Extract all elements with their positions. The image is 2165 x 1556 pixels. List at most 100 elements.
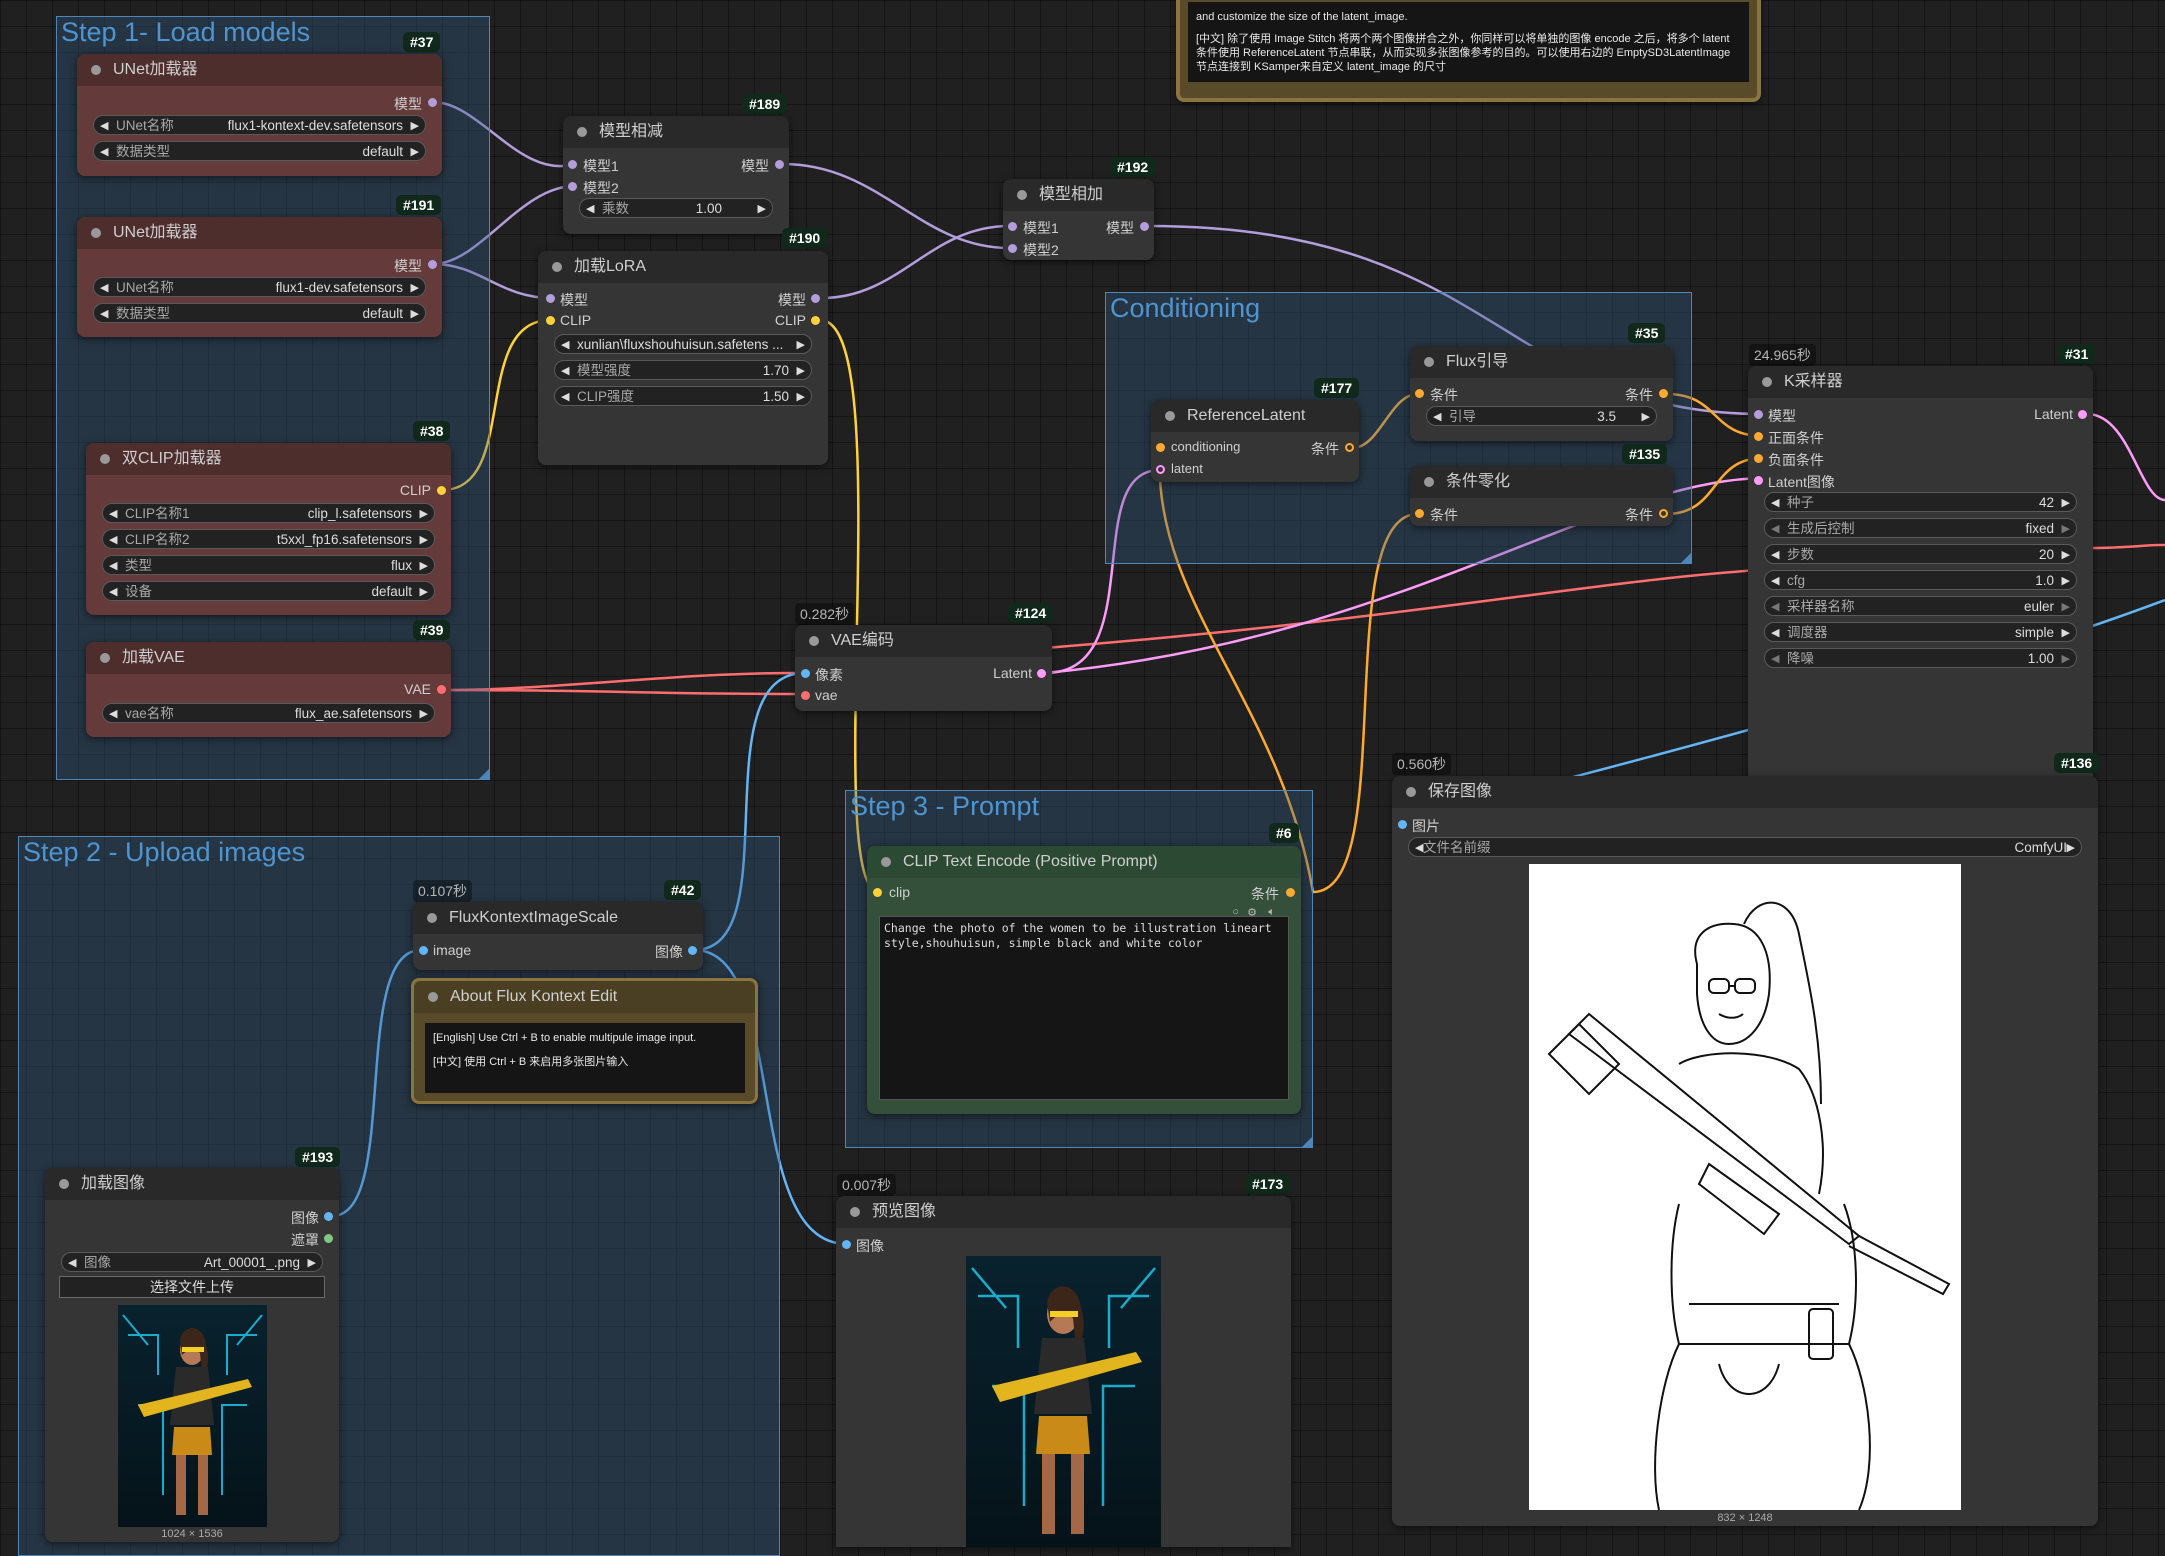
note-content[interactable]: [English] Use Ctrl + B to enable multipu…	[425, 1023, 745, 1093]
node-190-model-input-slot[interactable]	[546, 294, 555, 303]
node-31-negative-input-slot[interactable]	[1754, 454, 1763, 463]
node-dual-clip-loader-38[interactable]: 双CLIP加载器 CLIP CLIP名称1clip_l.safetensors …	[86, 443, 451, 615]
node-191-unet-name-widget[interactable]: UNet名称 flux1-dev.safetensors	[93, 277, 426, 298]
node-42-title[interactable]: FluxKontextImageScale	[413, 902, 703, 934]
node-191-title[interactable]: UNet加载器	[77, 217, 442, 249]
top-note-content[interactable]: and customize the size of the latent_ima…	[1188, 2, 1749, 82]
upload-file-button[interactable]: 选择文件上传	[59, 1276, 325, 1298]
node-clip-text-encode-6[interactable]: CLIP Text Encode (Positive Prompt) clip …	[867, 846, 1301, 1114]
node-190-clip-output-slot[interactable]	[811, 316, 820, 325]
node-load-vae-39[interactable]: 加载VAE VAE vae名称 flux_ae.safetensors	[86, 642, 451, 737]
node-37-model-output-slot[interactable]	[428, 98, 437, 107]
node-135-conditioning-input-slot[interactable]	[1415, 509, 1424, 518]
node-192-model1-input-slot[interactable]	[1008, 222, 1017, 231]
node-192-model2-input-slot[interactable]	[1008, 244, 1017, 253]
node-37-unet-name-widget[interactable]: UNet名称 flux1-kontext-dev.safetensors	[93, 115, 426, 136]
node-189-multiplier-widget[interactable]: 乘数 1.00	[579, 198, 773, 219]
node-39-title[interactable]: 加载VAE	[86, 642, 451, 674]
node-38-device-widget[interactable]: 设备 default	[102, 581, 435, 602]
node-flux-kontext-image-scale-42[interactable]: FluxKontextImageScale image 图像	[413, 902, 703, 970]
node-192-title[interactable]: 模型相加	[1003, 179, 1154, 211]
node-190-title[interactable]: 加载LoRA	[538, 251, 828, 283]
node-190-model-strength-widget[interactable]: 模型强度 1.70	[554, 360, 812, 381]
prompt-textarea[interactable]: Change the photo of the women to be illu…	[879, 916, 1289, 1100]
node-193-image-output-slot[interactable]	[324, 1212, 333, 1221]
group-resize-handle[interactable]	[1681, 553, 1691, 563]
group-resize-handle[interactable]	[479, 769, 489, 779]
node-6-title[interactable]: CLIP Text Encode (Positive Prompt)	[867, 846, 1301, 878]
node-6-conditioning-output-slot[interactable]	[1286, 888, 1295, 897]
node-189-model1-input-slot[interactable]	[568, 160, 577, 169]
node-190-clip-input-slot[interactable]	[546, 316, 555, 325]
node-39-vae-output-slot[interactable]	[437, 685, 446, 694]
node-177-conditioning-output-slot[interactable]	[1345, 443, 1354, 452]
node-135-title[interactable]: 条件零化	[1410, 466, 1673, 498]
node-35-title[interactable]: Flux引导	[1410, 346, 1673, 378]
node-193-image-widget[interactable]: 图像 Art_00001_.png	[61, 1252, 323, 1273]
node-unet-loader-191[interactable]: UNet加载器 模型 UNet名称 flux1-dev.safetensors 数…	[77, 217, 442, 337]
node-preview-image-173[interactable]: 预览图像 图像	[836, 1196, 1291, 1547]
node-189-model-output-slot[interactable]	[775, 160, 784, 169]
group-resize-handle[interactable]	[1302, 1137, 1312, 1147]
node-177-latent-input-slot[interactable]	[1156, 465, 1165, 474]
node-6-clip-input-slot[interactable]	[873, 888, 882, 897]
node-unet-loader-37[interactable]: UNet加载器 模型 UNet名称 flux1-kontext-dev.safet…	[77, 54, 442, 176]
node-conditioning-zero-135[interactable]: 条件零化 条件 条件	[1410, 466, 1673, 526]
node-136-filename-prefix-widget[interactable]: 文件名前缀 ComfyUI	[1408, 837, 2082, 858]
node-136-title[interactable]: 保存图像	[1392, 776, 2098, 808]
node-193-title[interactable]: 加载图像	[45, 1168, 339, 1200]
node-193-mask-output-slot[interactable]	[324, 1234, 333, 1243]
node-37-title[interactable]: UNet加载器	[77, 54, 442, 86]
node-173-image-input-slot[interactable]	[842, 1240, 851, 1249]
node-177-conditioning-input-slot[interactable]	[1156, 443, 1165, 452]
node-35-conditioning-input-slot[interactable]	[1415, 389, 1424, 398]
node-31-title[interactable]: K采样器	[1748, 366, 2093, 398]
node-38-type-widget[interactable]: 类型 flux	[102, 555, 435, 576]
node-38-clip-output-slot[interactable]	[437, 486, 446, 495]
node-38-clip-name2-widget[interactable]: CLIP名称2 t5xxl_fp16.safetensors	[102, 529, 435, 550]
note-title[interactable]: About Flux Kontext Edit	[414, 981, 755, 1013]
node-31-sampler-name-widget[interactable]: 采样器名称 euler	[1764, 596, 2077, 617]
node-note-about-flux-kontext[interactable]: About Flux Kontext Edit [English] Use Ct…	[411, 978, 758, 1104]
node-ksampler-31[interactable]: K采样器 模型 正面条件 负面条件 Latent图像 Latent 种子 42 生…	[1748, 366, 2093, 784]
node-31-latent-input-slot[interactable]	[1754, 476, 1763, 485]
node-189-title[interactable]: 模型相减	[563, 116, 789, 148]
node-vae-encode-124[interactable]: VAE编码 像素 vae Latent	[795, 625, 1052, 711]
node-reference-latent-177[interactable]: ReferenceLatent conditioning latent 条件	[1151, 400, 1359, 482]
node-191-model-output-slot[interactable]	[428, 260, 437, 269]
node-39-vae-name-widget[interactable]: vae名称 flux_ae.safetensors	[102, 703, 435, 724]
node-load-lora-190[interactable]: 加载LoRA 模型 CLIP 模型 CLIP xunlian\fluxshouh…	[538, 251, 828, 465]
node-31-model-input-slot[interactable]	[1754, 410, 1763, 419]
node-31-scheduler-widget[interactable]: 调度器 simple	[1764, 622, 2077, 643]
node-31-steps-widget[interactable]: 步数 20	[1764, 544, 2077, 565]
node-124-vae-input-slot[interactable]	[801, 691, 810, 700]
node-173-title[interactable]: 预览图像	[836, 1196, 1291, 1228]
node-save-image-136[interactable]: 保存图像 图片 文件名前缀 ComfyUI 832 × 1248	[1392, 776, 2098, 1526]
node-189-model2-input-slot[interactable]	[568, 182, 577, 191]
node-31-cfg-widget[interactable]: cfg 1.0	[1764, 570, 2077, 591]
node-124-pixels-input-slot[interactable]	[801, 669, 810, 678]
node-177-title[interactable]: ReferenceLatent	[1151, 400, 1359, 432]
node-37-dtype-widget[interactable]: 数据类型 default	[93, 141, 426, 162]
node-190-lora-name-widget[interactable]: xunlian\fluxshouhuisun.safetens ...	[554, 334, 812, 355]
node-model-add-192[interactable]: 模型相加 模型1 模型2 模型	[1003, 179, 1154, 260]
node-31-positive-input-slot[interactable]	[1754, 432, 1763, 441]
node-190-clip-strength-widget[interactable]: CLIP强度 1.50	[554, 386, 812, 407]
node-42-image-input-slot[interactable]	[419, 946, 428, 955]
node-124-title[interactable]: VAE编码	[795, 625, 1052, 657]
node-35-guidance-widget[interactable]: 引导 3.5	[1426, 406, 1657, 427]
node-flux-guidance-35[interactable]: Flux引导 条件 条件 引导 3.5	[1410, 346, 1673, 441]
node-load-image-193[interactable]: 加载图像 图像 遮罩 图像 Art_00001_.png 选择文件上传 1024 …	[45, 1168, 339, 1542]
top-note-node[interactable]: and customize the size of the latent_ima…	[1176, 0, 1761, 102]
node-190-model-output-slot[interactable]	[811, 294, 820, 303]
node-31-latent-output-slot[interactable]	[2078, 410, 2087, 419]
node-31-denoise-widget[interactable]: 降噪 1.00	[1764, 648, 2077, 669]
node-38-title[interactable]: 双CLIP加载器	[86, 443, 451, 475]
node-124-latent-output-slot[interactable]	[1037, 669, 1046, 678]
node-192-model-output-slot[interactable]	[1140, 222, 1149, 231]
node-38-clip-name1-widget[interactable]: CLIP名称1 clip_l.safetensors	[102, 503, 435, 524]
node-31-control-after-generate-widget[interactable]: 生成后控制 fixed	[1764, 518, 2077, 539]
node-35-conditioning-output-slot[interactable]	[1659, 389, 1668, 398]
node-136-image-input-slot[interactable]	[1398, 820, 1407, 829]
node-42-image-output-slot[interactable]	[688, 946, 697, 955]
